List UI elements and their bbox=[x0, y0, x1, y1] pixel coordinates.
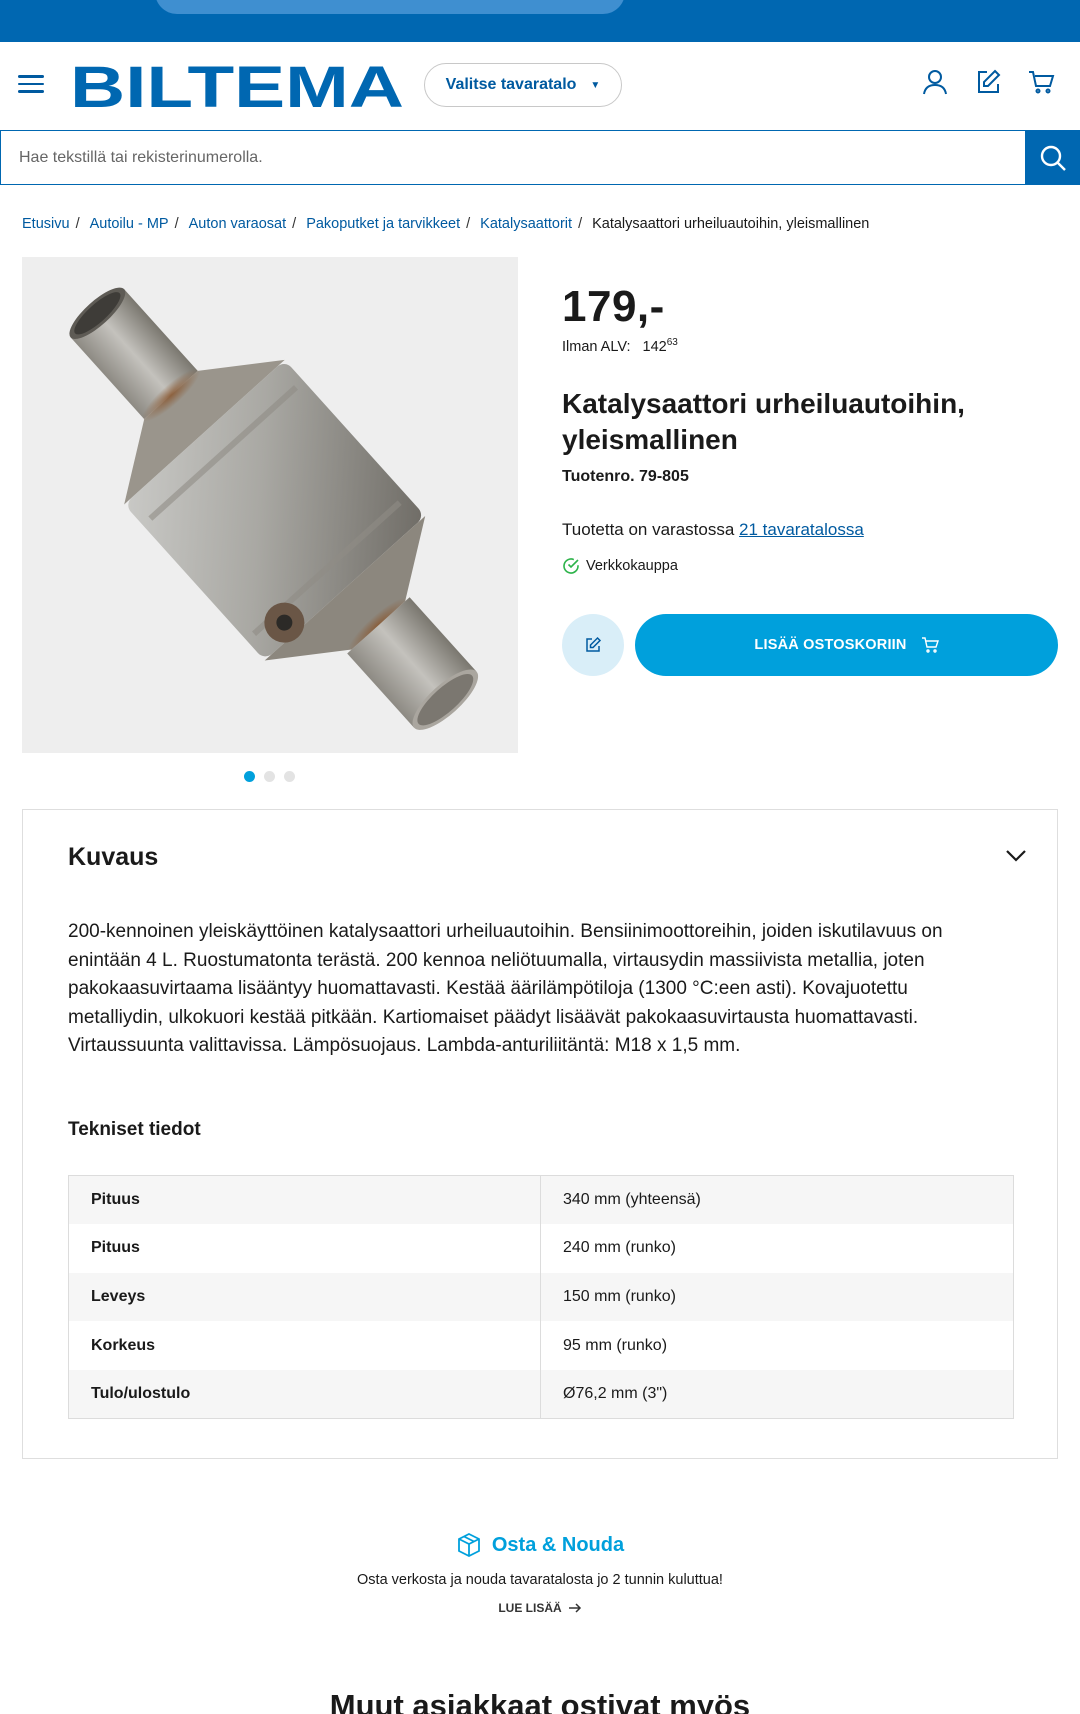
breadcrumb-link-katalysaattorit[interactable]: Katalysaattorit bbox=[480, 216, 572, 232]
cart-icon bbox=[921, 637, 939, 653]
gallery-dot-1[interactable] bbox=[244, 771, 255, 782]
read-more-label: LUE LISÄÄ bbox=[498, 1601, 562, 1615]
spec-key: Pituus bbox=[68, 1175, 541, 1225]
product-sku: Tuotenro. 79-805 bbox=[562, 468, 689, 485]
spec-value: 340 mm (yhteensä) bbox=[540, 1175, 1014, 1225]
spec-value: Ø76,2 mm (3") bbox=[540, 1369, 1014, 1419]
package-icon bbox=[457, 1532, 480, 1558]
caret-down-icon: ▼ bbox=[590, 79, 601, 91]
product-title: Katalysaattori urheiluautoihin, yleismal… bbox=[562, 388, 965, 455]
spec-key: Pituus bbox=[68, 1224, 541, 1273]
price: 179,- bbox=[562, 282, 665, 331]
breadcrumb-current: Katalysaattori urheiluautoihin, yleismal… bbox=[592, 216, 870, 232]
price-ex-vat: Ilman ALV: 14263 bbox=[562, 337, 678, 355]
also-bought-heading: Muut asiakkaat ostivat myös bbox=[329, 1688, 751, 1714]
gallery-dot-2[interactable] bbox=[264, 771, 275, 782]
edit-list-icon bbox=[586, 636, 602, 652]
breadcrumb-link-etusivu[interactable]: Etusivu bbox=[22, 216, 70, 232]
add-to-list-button[interactable] bbox=[562, 614, 624, 676]
stock-stores-link[interactable]: 21 tavaratalossa bbox=[739, 520, 864, 539]
table-row: Leveys 150 mm (runko) bbox=[68, 1272, 1014, 1322]
breadcrumb-link-auton-varaosat[interactable]: Auton varaosat bbox=[189, 216, 287, 232]
cart-icon[interactable] bbox=[1027, 68, 1059, 100]
spec-key: Leveys bbox=[68, 1272, 541, 1322]
gallery-dot-3[interactable] bbox=[284, 771, 295, 782]
table-row: Pituus 240 mm (runko) bbox=[68, 1224, 1014, 1273]
spec-key: Tulo/ulostulo bbox=[68, 1369, 541, 1419]
read-more-link[interactable]: LUE LISÄÄ bbox=[0, 1601, 1080, 1615]
table-row: Korkeus 95 mm (runko) bbox=[68, 1321, 1014, 1370]
price-ex-vat-amount: 14263 bbox=[642, 337, 678, 355]
edit-list-icon[interactable] bbox=[974, 68, 1006, 100]
spec-key: Korkeus bbox=[68, 1321, 541, 1370]
price-ex-vat-label: Ilman ALV: bbox=[562, 338, 631, 355]
breadcrumb-link-autoilu[interactable]: Autoilu - MP bbox=[90, 216, 169, 232]
search-bar bbox=[0, 130, 1080, 185]
menu-icon[interactable] bbox=[18, 70, 52, 100]
tech-specs-heading: Tekniset tiedot bbox=[68, 1119, 201, 1140]
pickup-title: Osta & Nouda bbox=[0, 1532, 1080, 1558]
online-label: Verkkokauppa bbox=[586, 558, 678, 574]
add-to-cart-label: LISÄÄ OSTOSKORIIN bbox=[754, 637, 907, 653]
breadcrumb: Etusivu / Autoilu - MP / Auton varaosat / P… bbox=[22, 216, 870, 232]
site-header: BILTEMA Valitse tavaratalo ▼ bbox=[0, 42, 1080, 130]
table-row: Pituus 340 mm (yhteensä) bbox=[68, 1175, 1014, 1225]
spec-value: 95 mm (runko) bbox=[563, 1336, 668, 1354]
spec-value: 150 mm (runko) bbox=[540, 1272, 1014, 1322]
description-heading: Kuvaus bbox=[68, 843, 159, 871]
breadcrumb-link-pakoputket[interactable]: Pakoputket ja tarvikkeet bbox=[306, 216, 460, 232]
spec-table: Pituus 340 mm (yhteensä) Pituus 240 mm (ru… bbox=[68, 1175, 1014, 1419]
online-availability: Verkkokauppa bbox=[562, 557, 678, 575]
arrow-right-icon bbox=[568, 1603, 581, 1613]
user-icon[interactable] bbox=[921, 68, 953, 100]
svg-text:BILTEMA: BILTEMA bbox=[70, 62, 404, 110]
pickup-text: Osta verkosta ja nouda tavaratalosta jo … bbox=[357, 1572, 723, 1588]
product-image[interactable] bbox=[22, 257, 518, 753]
stock-text: Tuotetta on varastossa bbox=[562, 520, 735, 539]
search-icon bbox=[1040, 145, 1066, 171]
pickup-title-text: Osta & Nouda bbox=[491, 1533, 625, 1556]
spec-value: 240 mm (runko) bbox=[563, 1239, 676, 1257]
chevron-down-icon[interactable] bbox=[1003, 842, 1029, 868]
top-bar-pill bbox=[155, 0, 625, 14]
store-select-label: Valitse tavaratalo bbox=[445, 76, 577, 93]
search-input[interactable] bbox=[0, 130, 1026, 185]
stock-status: Tuotetta on varastossa 21 tavaratalossa bbox=[562, 520, 864, 540]
gallery-dots bbox=[244, 771, 295, 782]
add-to-cart-button[interactable]: LISÄÄ OSTOSKORIIN bbox=[635, 614, 1058, 676]
description-panel: Kuvaus 200-kennoinen yleiskäyttöinen kat… bbox=[22, 809, 1058, 1459]
search-button[interactable] bbox=[1025, 130, 1080, 185]
store-select-button[interactable]: Valitse tavaratalo ▼ bbox=[424, 63, 622, 107]
check-circle-icon bbox=[563, 558, 579, 574]
top-bar bbox=[0, 0, 1080, 42]
catalytic-converter-illustration bbox=[69, 287, 479, 730]
biltema-logo[interactable]: BILTEMA bbox=[70, 62, 404, 110]
table-row: Tulo/ulostulo Ø76,2 mm (3") bbox=[68, 1369, 1014, 1419]
description-text: 200-kennoinen yleiskäyttöinen katalysaat… bbox=[68, 921, 943, 1056]
